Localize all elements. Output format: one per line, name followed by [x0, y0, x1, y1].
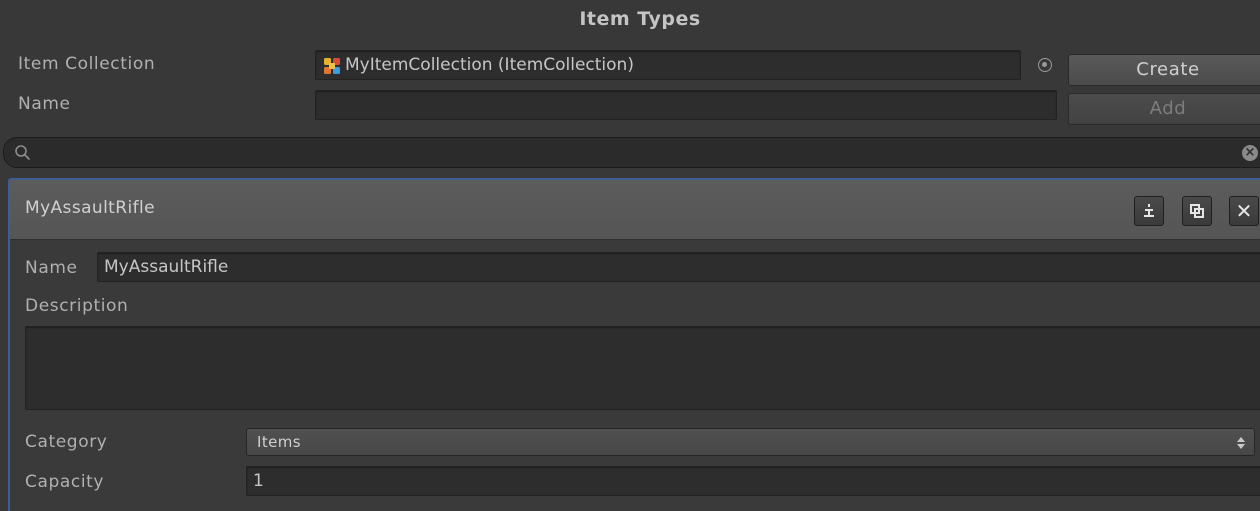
item-description-textarea[interactable]	[25, 326, 1260, 410]
duplicate-button[interactable]	[1182, 196, 1212, 226]
item-type-panel: MyAssaultRifle ✕ Name MyAssaultRifle Des…	[8, 178, 1260, 511]
name-label: Name	[18, 94, 71, 114]
create-button[interactable]: Create	[1068, 54, 1260, 86]
item-collection-field[interactable]: MyItemCollection (ItemCollection)	[315, 50, 1021, 80]
close-icon: ✕	[1235, 199, 1253, 223]
item-category-value: Items	[257, 433, 301, 451]
item-name-value: MyAssaultRifle	[104, 257, 229, 277]
item-capacity-value: 1	[253, 471, 264, 491]
add-button[interactable]: Add	[1068, 93, 1260, 125]
item-header-title: MyAssaultRifle	[25, 198, 155, 218]
item-capacity-input[interactable]: 1	[246, 466, 1260, 496]
move-button[interactable]	[1134, 196, 1164, 226]
create-button-label: Create	[1136, 59, 1200, 80]
search-icon	[15, 145, 31, 161]
item-name-input[interactable]: MyAssaultRifle	[97, 252, 1260, 282]
item-collection-value: MyItemCollection (ItemCollection)	[345, 55, 634, 75]
clear-search-icon[interactable]: ×	[1242, 145, 1258, 161]
move-down-icon	[1144, 204, 1154, 217]
item-header[interactable]: MyAssaultRifle ✕	[10, 180, 1260, 240]
remove-button[interactable]: ✕	[1229, 196, 1259, 226]
item-category-dropdown[interactable]: Items	[246, 428, 1255, 456]
object-picker-icon[interactable]	[1038, 58, 1052, 72]
item-name-label: Name	[25, 258, 78, 278]
item-collection-label: Item Collection	[18, 54, 156, 74]
search-bar[interactable]: ×	[3, 137, 1260, 168]
item-collection-asset-icon	[324, 58, 340, 74]
duplicate-icon	[1190, 204, 1204, 218]
item-category-label: Category	[25, 432, 108, 452]
up-down-arrow-icon	[1237, 437, 1245, 449]
window-title: Item Types	[579, 8, 701, 30]
add-button-label: Add	[1149, 98, 1187, 119]
item-capacity-label: Capacity	[25, 472, 105, 492]
item-description-label: Description	[25, 296, 129, 316]
name-input[interactable]	[315, 90, 1057, 120]
